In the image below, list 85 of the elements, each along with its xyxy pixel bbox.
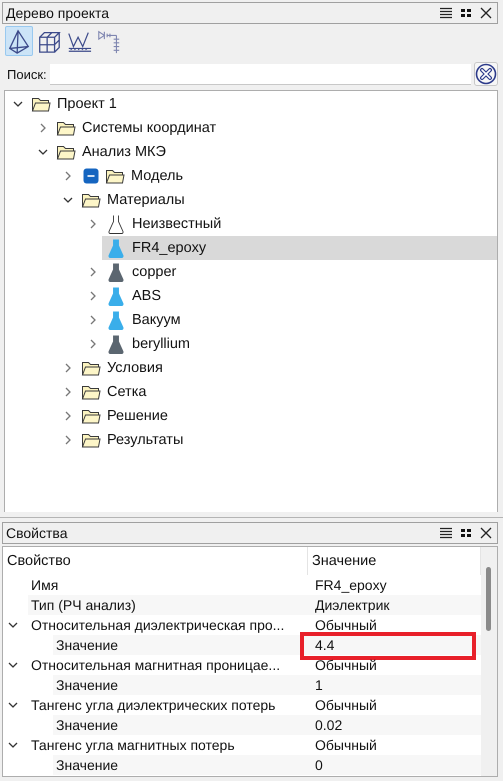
- property-name: Тип (РЧ анализ): [28, 595, 311, 615]
- clear-button[interactable]: [474, 62, 498, 86]
- tree-item[interactable]: beryllium: [102, 332, 497, 356]
- chevron-down-icon: [63, 195, 73, 205]
- property-name: Значение: [53, 635, 311, 655]
- column-header[interactable]: Свойство: [3, 547, 308, 575]
- property-name: Относительная магнитная проницае...: [30, 656, 282, 675]
- float-icon: [460, 8, 472, 18]
- chevron-right-icon: [88, 219, 98, 229]
- tree-item[interactable]: ABS: [102, 284, 497, 308]
- property-value[interactable]: FR4_epoxy: [311, 575, 481, 595]
- chevron-right-icon: [63, 387, 73, 397]
- flask-icon: [108, 286, 124, 306]
- chevron-down-icon: [38, 147, 48, 157]
- property-value[interactable]: Обычный: [311, 655, 481, 675]
- tree-item[interactable]: Системы координат: [52, 116, 497, 140]
- menu-icon: [439, 527, 453, 539]
- search-label: Поиск:: [7, 66, 47, 82]
- property-name: Значение: [53, 755, 311, 775]
- chevron-right-icon: [38, 123, 48, 133]
- folder-icon: [81, 383, 101, 401]
- property-name: Тангенс угла диэлектрических потерь: [30, 696, 276, 715]
- property-name: Относительная диэлектрическая про...: [30, 616, 286, 635]
- tree-item[interactable]: copper: [102, 260, 497, 284]
- property-name: Имя: [30, 576, 60, 595]
- folder-icon: [81, 407, 101, 425]
- flask-icon: [108, 238, 124, 258]
- menu-icon: [439, 7, 453, 19]
- flask-icon: [108, 334, 124, 354]
- chevron-right-icon: [88, 339, 98, 349]
- chevron-down-icon: [8, 620, 18, 630]
- chevron-right-icon: [88, 315, 98, 325]
- chevron-down-icon: [8, 740, 18, 750]
- property-name: Тангенс угла магнитных потерь: [30, 736, 236, 755]
- tree-item[interactable]: Вакуум: [102, 308, 497, 332]
- property-name: Значение: [53, 675, 311, 695]
- property-value[interactable]: Обычный: [311, 695, 481, 715]
- close-icon: [480, 7, 492, 19]
- chevron-right-icon: [63, 363, 73, 373]
- tree-item[interactable]: Материалы: [77, 188, 497, 212]
- property-value[interactable]: Обычный: [311, 735, 481, 755]
- tree-item[interactable]: Модель: [77, 164, 497, 188]
- folder-icon: [105, 167, 125, 185]
- tree-item[interactable]: Результаты: [77, 428, 497, 452]
- panel-title: Дерево проекта: [6, 5, 110, 21]
- search-field[interactable]: [50, 64, 471, 84]
- chevron-down-icon: [13, 99, 23, 109]
- flask-icon: [108, 310, 124, 330]
- folder-icon: [56, 119, 76, 137]
- chevron-right-icon: [63, 171, 73, 181]
- panel-title: Свойства: [6, 525, 68, 541]
- property-value[interactable]: 0: [311, 755, 481, 775]
- tree-item[interactable]: Условия: [77, 356, 497, 380]
- tree-item[interactable]: FR4_epoxy: [102, 236, 497, 260]
- folder-icon: [56, 143, 76, 161]
- folder-icon: [81, 431, 101, 449]
- tree-item[interactable]: Анализ МКЭ: [52, 140, 497, 164]
- chevron-right-icon: [63, 411, 73, 421]
- scroll-thumb[interactable]: [486, 567, 491, 631]
- tree-item[interactable]: Проект 1: [27, 92, 497, 116]
- scrollbar[interactable]: [481, 547, 497, 776]
- folder-icon: [81, 191, 101, 209]
- property-value[interactable]: Обычный: [311, 615, 481, 635]
- tree-item[interactable]: Неизвестный: [102, 212, 497, 236]
- tree-item[interactable]: Решение: [77, 404, 497, 428]
- property-value[interactable]: Диэлектрик: [311, 595, 481, 615]
- toolbar-button[interactable]: [5, 26, 33, 56]
- folder-icon: [81, 359, 101, 377]
- folder-icon: [31, 95, 51, 113]
- flask-icon: [108, 262, 124, 282]
- chevron-down-icon: [8, 700, 18, 710]
- chevron-right-icon: [88, 267, 98, 277]
- property-value[interactable]: 0.02: [311, 715, 481, 735]
- float-icon: [460, 528, 472, 538]
- clear-icon: [475, 63, 497, 85]
- tree-item[interactable]: Сетка: [77, 380, 497, 404]
- chevron-right-icon: [63, 435, 73, 445]
- close-icon: [480, 527, 492, 539]
- chevron-right-icon: [88, 291, 98, 301]
- pyramid-icon: [6, 27, 32, 55]
- chevron-down-icon: [8, 660, 18, 670]
- property-value[interactable]: 4.4: [311, 635, 481, 655]
- property-value[interactable]: 1: [311, 675, 481, 695]
- property-name: Значение: [53, 715, 311, 735]
- flask-icon: [108, 214, 124, 234]
